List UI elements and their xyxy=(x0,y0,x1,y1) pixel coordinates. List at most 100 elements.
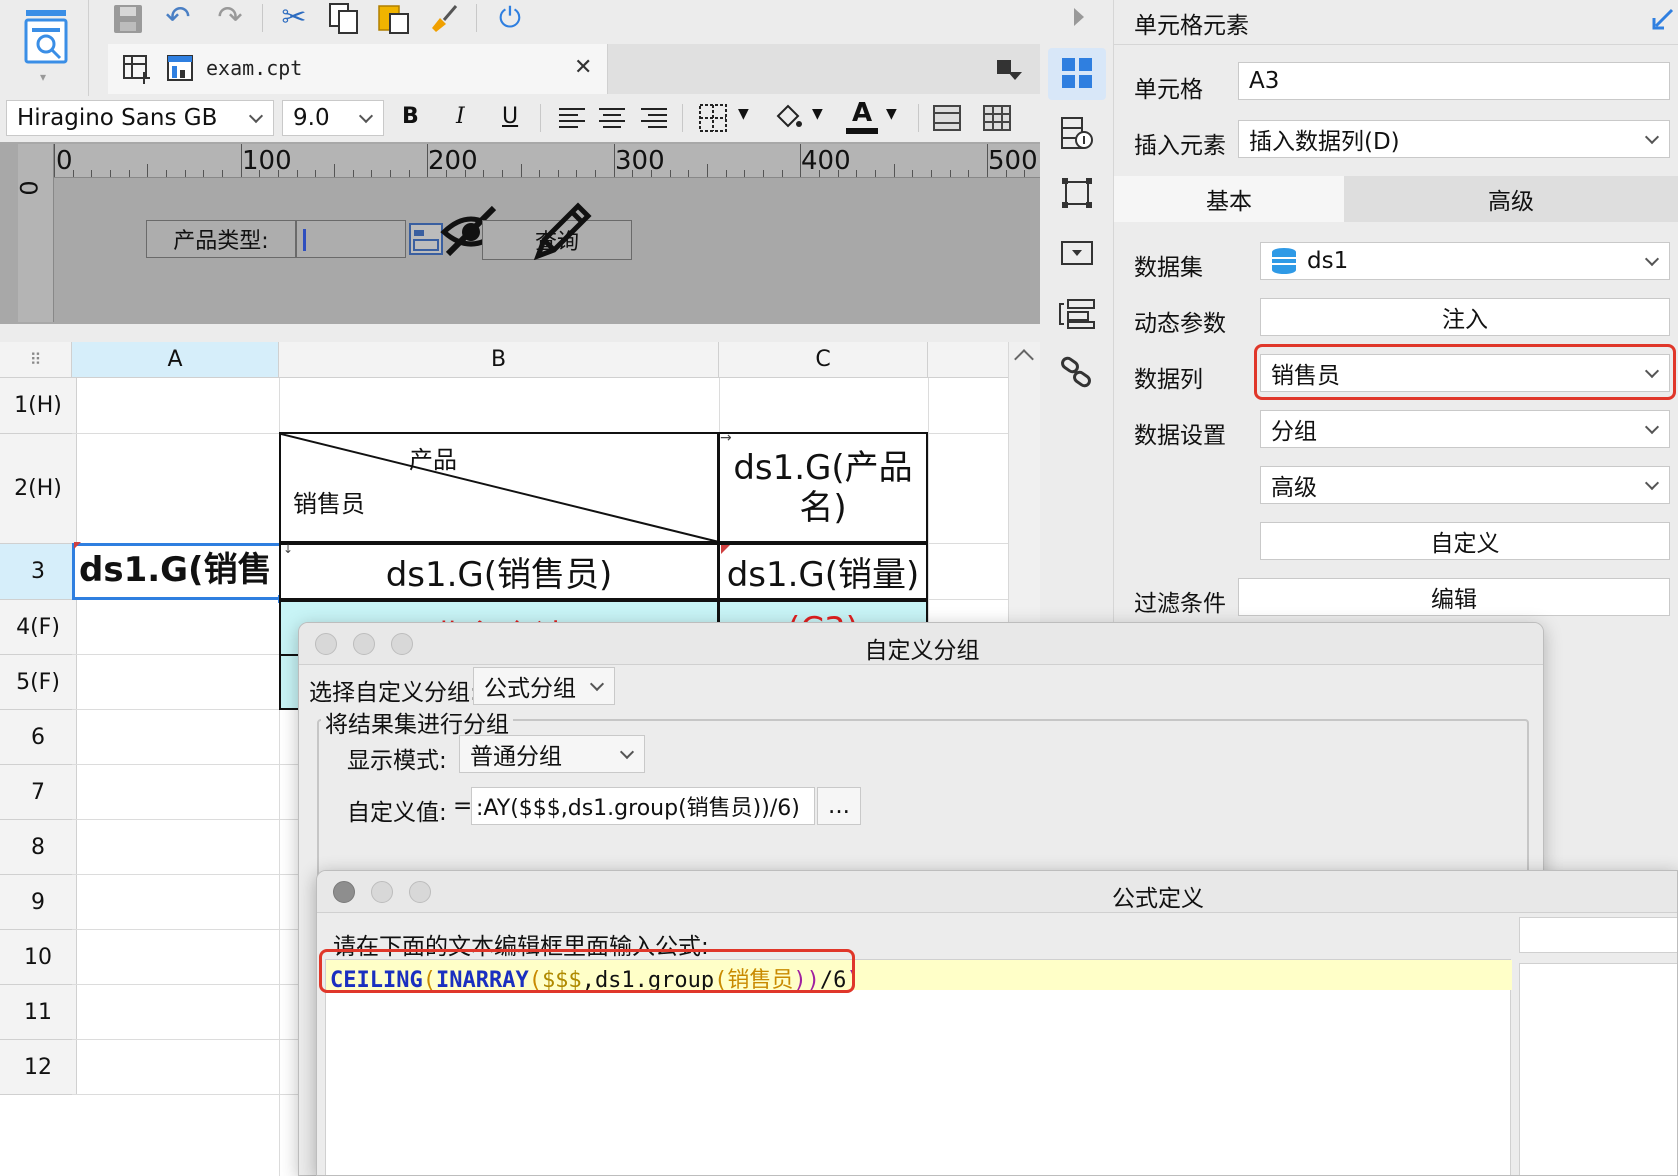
advanced-setting-select[interactable]: 高级 xyxy=(1260,466,1670,504)
ruler-tick xyxy=(875,170,877,177)
formula-dialog-titlebar: 公式定义 xyxy=(317,871,1677,913)
group-type-select[interactable]: 公式分组 xyxy=(473,667,615,705)
cell-b2-slash-header[interactable]: 产品 销售员 xyxy=(279,432,720,543)
cell-c2[interactable]: ds1.G(产品名) xyxy=(718,432,928,543)
report-icon[interactable] xyxy=(24,8,68,64)
function-search-input[interactable] xyxy=(1519,917,1677,953)
cell-a3-selected[interactable]: ds1.G(销售 xyxy=(72,543,283,600)
widget-icon[interactable] xyxy=(1060,238,1094,268)
tab-close-icon[interactable]: ✕ xyxy=(574,55,592,80)
underline-button[interactable]: U xyxy=(502,104,518,129)
ruler-label-300: 300 xyxy=(615,146,665,176)
hyperlink-icon[interactable] xyxy=(1058,356,1096,390)
cell-element-icon[interactable] xyxy=(1048,48,1106,100)
ruler-tick xyxy=(520,164,522,177)
font-color-icon[interactable]: A xyxy=(846,98,878,136)
cell-attribute-icon[interactable] xyxy=(1060,116,1094,152)
row-header[interactable]: 7 xyxy=(0,765,77,820)
param-input-product-type[interactable] xyxy=(296,220,406,258)
row-header[interactable]: 6 xyxy=(0,710,77,765)
split-cells-icon[interactable] xyxy=(982,104,1012,132)
ruler-tick xyxy=(315,170,317,177)
border-dropdown-icon[interactable]: ▼ xyxy=(738,106,749,122)
data-column-select[interactable]: 销售员 xyxy=(1260,354,1670,392)
data-setting-select[interactable]: 分组 xyxy=(1260,410,1670,448)
row-header[interactable]: 2(H) xyxy=(0,434,77,544)
cell-b3-text: ds1.G(销售员) xyxy=(385,555,613,595)
copy-icon[interactable] xyxy=(326,2,362,34)
dataset-label: 数据集 xyxy=(1134,255,1203,281)
ruler-tick xyxy=(408,170,410,177)
cell-c3[interactable]: ds1.G(销量) xyxy=(718,543,928,600)
row-header[interactable]: 12 xyxy=(0,1040,77,1095)
tab-advanced[interactable]: 高级 xyxy=(1344,176,1678,222)
save-icon[interactable] xyxy=(112,4,146,34)
align-left-icon[interactable] xyxy=(558,106,586,130)
row-header[interactable]: 4(F) xyxy=(0,600,77,655)
row-header[interactable]: 10 xyxy=(0,930,77,985)
formula-editor-button[interactable]: ... xyxy=(817,787,861,825)
inject-button[interactable]: 注入 xyxy=(1260,298,1670,336)
filter-edit-button[interactable]: 编辑 xyxy=(1238,578,1670,616)
font-color-dropdown-icon[interactable]: ▼ xyxy=(886,106,897,122)
plugin-icon[interactable]: ⏻ xyxy=(492,2,528,34)
fill-color-icon[interactable] xyxy=(772,102,804,134)
fill-dropdown-icon[interactable]: ▼ xyxy=(812,106,823,122)
row-header[interactable]: 11 xyxy=(0,985,77,1040)
advanced-setting-value: 高级 xyxy=(1271,475,1317,501)
column-header-b[interactable]: B xyxy=(279,342,719,378)
insert-element-select[interactable]: 插入数据列(D) xyxy=(1238,120,1670,158)
redo-icon[interactable]: ↷ xyxy=(212,2,248,34)
bold-button[interactable]: B xyxy=(402,104,419,129)
ruler-tick xyxy=(669,170,671,177)
panel-pin-icon[interactable] xyxy=(1652,8,1674,30)
collapse-arrow-icon[interactable] xyxy=(1074,8,1084,26)
format-painter-icon[interactable] xyxy=(426,2,462,34)
column-header-c[interactable]: C xyxy=(719,342,928,378)
row-header[interactable]: 5(F) xyxy=(0,655,77,710)
equals-sign: = xyxy=(453,793,473,819)
tab-exam-cpt[interactable]: exam.cpt ✕ xyxy=(108,44,608,94)
condition-attribute-icon[interactable] xyxy=(1058,298,1096,330)
font-size-value: 9.0 xyxy=(293,105,330,131)
dataset-select[interactable]: ds1 xyxy=(1260,242,1670,280)
report-menu-chevron-icon[interactable]: ▾ xyxy=(40,70,50,84)
tab-bar: exam.cpt ✕ xyxy=(108,44,1040,94)
cell-border-icon[interactable] xyxy=(1060,176,1094,210)
display-mode-select[interactable]: 普通分组 xyxy=(459,735,645,773)
pencil-edit-icon[interactable] xyxy=(530,200,594,261)
merge-cells-icon[interactable] xyxy=(932,104,962,132)
column-header-a[interactable]: A xyxy=(72,342,279,378)
function-list[interactable] xyxy=(1519,963,1677,1175)
date-picker-icon[interactable] xyxy=(408,222,444,256)
paste-icon[interactable] xyxy=(376,2,412,34)
cell-address-input[interactable]: A3 xyxy=(1238,62,1670,100)
ruler-tick xyxy=(54,144,55,177)
insert-element-value: 插入数据列(D) xyxy=(1249,129,1400,155)
cell-label: 单元格 xyxy=(1134,77,1203,103)
tab-file-name: exam.cpt xyxy=(206,56,303,80)
font-family-select[interactable]: Hiragino Sans GB xyxy=(6,100,274,136)
undo-icon[interactable]: ↶ xyxy=(160,2,196,34)
align-right-icon[interactable] xyxy=(640,106,668,130)
border-icon[interactable] xyxy=(698,102,728,134)
ruler-label-100: 100 xyxy=(242,146,292,176)
row-header[interactable]: 8 xyxy=(0,820,77,875)
cell-b3[interactable]: ds1.G(销售员) xyxy=(279,543,719,600)
italic-button[interactable]: I xyxy=(456,104,465,129)
display-mode-label: 显示模式: xyxy=(347,748,447,774)
font-size-select[interactable]: 9.0 xyxy=(282,100,384,136)
ruler-tick xyxy=(968,170,970,177)
align-center-icon[interactable] xyxy=(598,106,626,130)
custom-button[interactable]: 自定义 xyxy=(1260,522,1670,560)
tab-basic[interactable]: 基本 xyxy=(1114,176,1344,222)
param-label-product-type: 产品类型: xyxy=(146,220,296,258)
custom-value-input[interactable]: :AY($$$,ds1.group(销售员))/6) xyxy=(471,787,815,825)
scroll-up-icon[interactable] xyxy=(1014,349,1034,369)
select-all-corner[interactable]: ⠿ xyxy=(0,342,72,378)
cut-icon[interactable]: ✂ xyxy=(276,2,312,34)
row-header[interactable]: 1(H) xyxy=(0,378,77,434)
tab-list-icon[interactable] xyxy=(996,58,1022,82)
row-header[interactable]: 3 xyxy=(0,544,77,600)
row-header[interactable]: 9 xyxy=(0,875,77,930)
